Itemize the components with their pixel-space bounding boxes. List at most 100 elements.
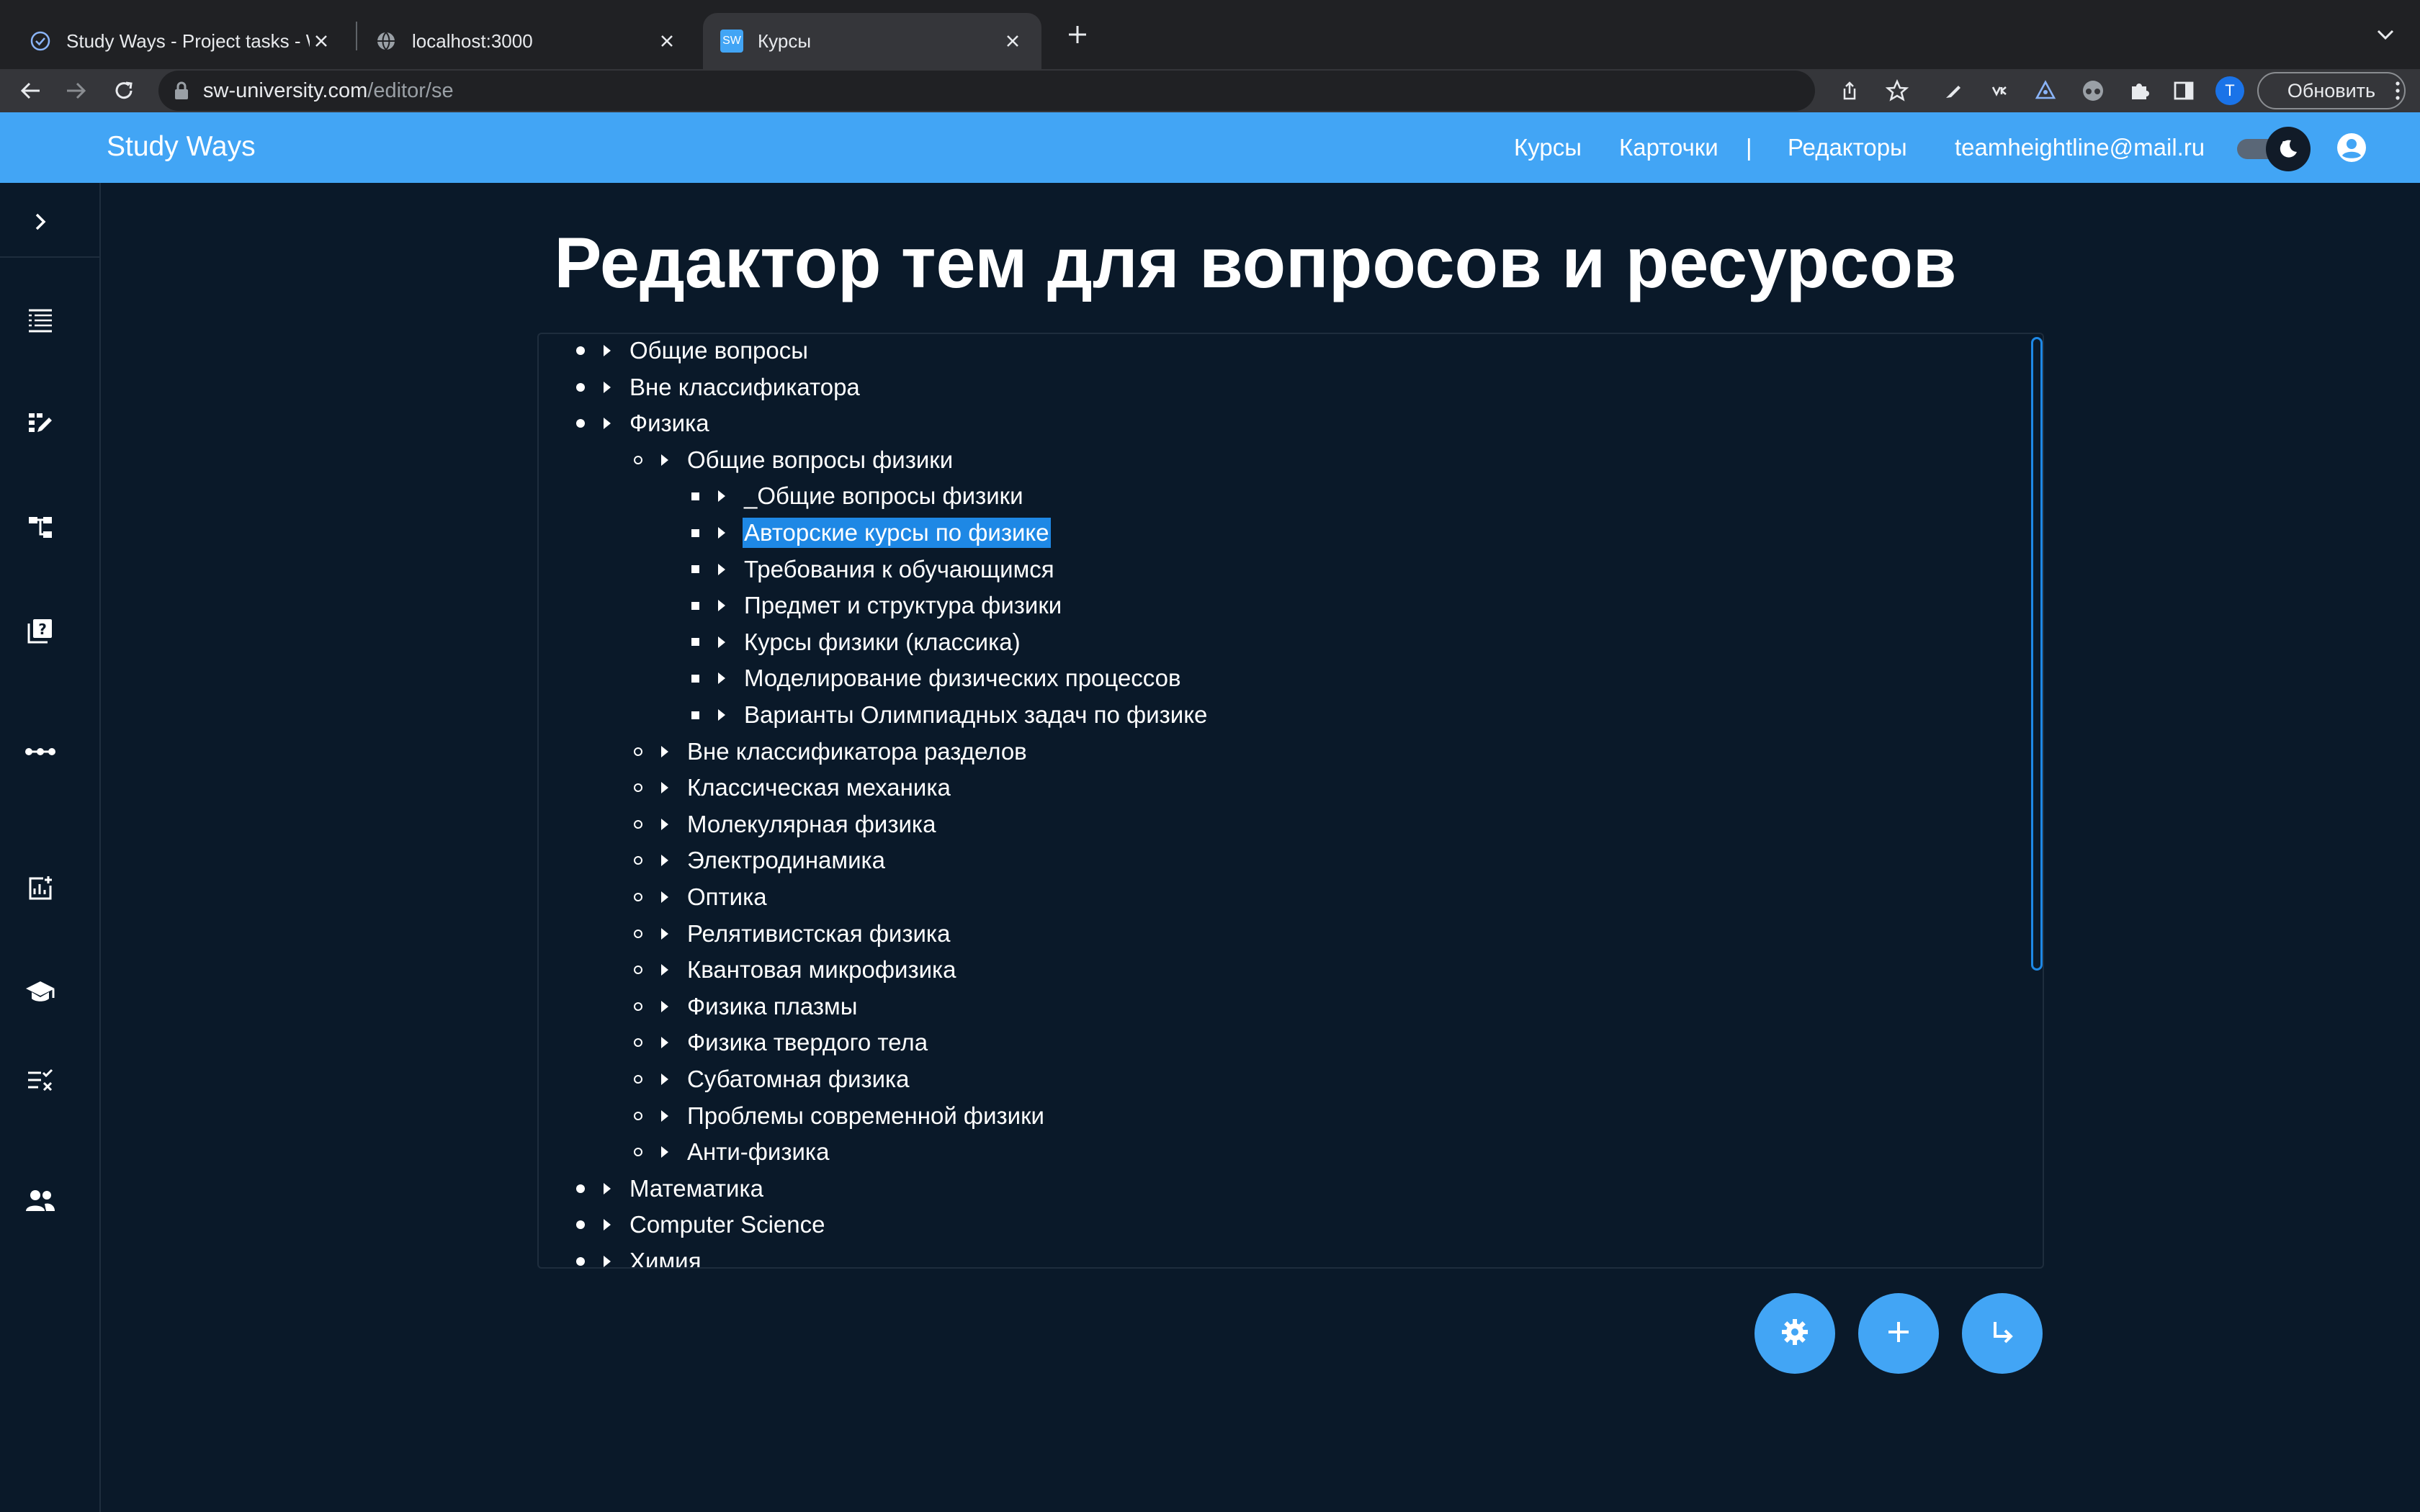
tree-item-label[interactable]: Квантовая микрофизика [686, 955, 958, 985]
vk-extension-icon[interactable] [1985, 75, 2017, 107]
expand-caret-icon[interactable] [718, 672, 725, 685]
tree-item[interactable]: Анти-физика [634, 1134, 830, 1170]
tree-item-label[interactable]: Общие вопросы [628, 336, 810, 366]
expand-caret-icon[interactable] [661, 891, 668, 903]
tree-item-label[interactable]: Computer Science [628, 1210, 826, 1240]
tree-item[interactable]: Моделирование физических процессов [691, 660, 1183, 696]
tree-item-label[interactable]: Физика плазмы [686, 991, 859, 1022]
account-circle-icon[interactable] [2334, 130, 2370, 166]
expand-caret-icon[interactable] [661, 1000, 668, 1012]
settings-button[interactable] [1754, 1293, 1835, 1374]
tree-item[interactable]: Молекулярная физика [634, 806, 937, 842]
tree-item-label[interactable]: Релятивистская физика [686, 919, 951, 949]
theme-toggle[interactable] [2237, 127, 2311, 171]
new-tab-icon[interactable] [1063, 20, 1092, 49]
tree-item[interactable]: Электродинамика [634, 842, 887, 878]
expand-caret-icon[interactable] [661, 818, 668, 830]
more-vertical-icon[interactable] [2387, 75, 2408, 107]
tree-item-label-selected[interactable]: Авторские курсы по физике [743, 518, 1051, 548]
reload-icon[interactable] [108, 75, 140, 107]
tree-item[interactable]: Вне классификатора [576, 369, 861, 405]
school-icon[interactable] [19, 971, 62, 1014]
tree-item[interactable]: Предмет и структура физики [691, 588, 1063, 624]
tree-item[interactable]: Физика плазмы [634, 989, 859, 1025]
tree-item-label[interactable]: Химия [628, 1246, 702, 1267]
expand-caret-icon[interactable] [661, 454, 668, 466]
tab-search-chevron-icon[interactable] [2374, 23, 2397, 46]
nav-link-editors[interactable]: Редакторы [1788, 134, 1907, 161]
star-icon[interactable] [1881, 75, 1913, 107]
tree-item[interactable]: Проблемы современной физики [634, 1098, 1046, 1134]
address-bar[interactable]: sw-university.com/editor/se [158, 71, 1815, 111]
tree-item-label[interactable]: Курсы физики (классика) [743, 627, 1022, 657]
tree-item-label[interactable]: Физика твердого тела [686, 1027, 929, 1058]
expand-caret-icon[interactable] [661, 1110, 668, 1122]
incognito-extension-icon[interactable] [2077, 75, 2109, 107]
expand-caret-icon[interactable] [604, 418, 611, 430]
add-topic-button[interactable] [1858, 1293, 1939, 1374]
expand-caret-icon[interactable] [604, 1182, 611, 1194]
expand-caret-icon[interactable] [718, 563, 725, 575]
expand-caret-icon[interactable] [661, 1037, 668, 1049]
tree-scrollbar[interactable] [2031, 337, 2043, 971]
tree-item-label[interactable]: Классическая механика [686, 773, 952, 803]
checklist-icon[interactable] [19, 1058, 62, 1102]
expand-caret-icon[interactable] [661, 964, 668, 976]
expand-caret-icon[interactable] [718, 636, 725, 648]
expand-caret-icon[interactable] [661, 782, 668, 794]
tree-item[interactable]: Физика [576, 405, 711, 441]
close-icon[interactable] [655, 30, 678, 53]
side-panel-icon[interactable] [2168, 75, 2200, 107]
brand-title[interactable]: Study Ways [107, 131, 256, 163]
tree-item[interactable]: Требования к обучающимся [691, 552, 1056, 588]
tree-item[interactable]: Математика [576, 1171, 765, 1207]
more-horizontal-icon[interactable] [19, 730, 62, 773]
expand-caret-icon[interactable] [718, 709, 725, 721]
tree-item[interactable]: Физика твердого тела [634, 1025, 929, 1061]
tree-item-label[interactable]: Варианты Олимпиадных задач по физике [743, 700, 1209, 730]
tree-item[interactable]: Оптика [634, 879, 768, 915]
tree-item[interactable]: Computer Science [576, 1207, 826, 1243]
nav-link-courses[interactable]: Курсы [1514, 134, 1582, 161]
tree-item[interactable]: Субатомная физика [634, 1061, 911, 1097]
tree-item-label[interactable]: Математика [628, 1174, 765, 1204]
tree-item[interactable]: Релятивистская физика [634, 916, 951, 952]
tree-item-label[interactable]: Общие вопросы физики [686, 445, 954, 475]
hierarchy-icon[interactable] [19, 505, 62, 549]
expand-caret-icon[interactable] [661, 927, 668, 940]
expand-caret-icon[interactable] [718, 527, 725, 539]
tree-item-label[interactable]: _Общие вопросы физики [743, 481, 1025, 511]
tree-item-label[interactable]: Оптика [686, 882, 768, 912]
triangle-extension-icon[interactable] [2030, 75, 2061, 107]
tree-item-label[interactable]: Субатомная физика [686, 1064, 911, 1094]
tree-item-label[interactable]: Вне классификатора разделов [686, 737, 1028, 767]
add-subtopic-button[interactable] [1962, 1293, 2043, 1374]
people-icon[interactable] [19, 1179, 62, 1223]
expand-caret-icon[interactable] [604, 381, 611, 393]
close-icon[interactable] [1001, 30, 1024, 53]
tree-item[interactable]: Варианты Олимпиадных задач по физике [691, 697, 1209, 733]
update-button[interactable]: Обновить [2257, 72, 2406, 109]
nav-link-cards[interactable]: Карточки [1619, 134, 1718, 161]
tree-item[interactable]: Химия [576, 1243, 702, 1267]
forward-arrow-icon[interactable] [60, 75, 92, 107]
tree-item-label[interactable]: Проблемы современной физики [686, 1101, 1046, 1131]
tree-item-label[interactable]: Анти-физика [686, 1137, 830, 1167]
tree-item[interactable]: Вне классификатора разделов [634, 734, 1028, 770]
pen-extension-icon[interactable] [1937, 75, 1969, 107]
profile-avatar[interactable]: T [2215, 76, 2244, 105]
expand-caret-icon[interactable] [604, 1219, 611, 1231]
tree-item-label[interactable]: Моделирование физических процессов [743, 663, 1183, 693]
tree-item-label[interactable]: Требования к обучающимся [743, 554, 1056, 585]
tree-item-label[interactable]: Электродинамика [686, 845, 887, 876]
tree-item-label[interactable]: Предмет и структура физики [743, 590, 1063, 621]
tree-item[interactable]: Курсы физики (классика) [691, 624, 1022, 660]
tree-item[interactable]: Классическая механика [634, 770, 952, 806]
expand-caret-icon[interactable] [661, 855, 668, 867]
table-rows-icon[interactable] [19, 298, 62, 341]
add-chart-icon[interactable] [19, 867, 62, 910]
tree-item[interactable]: Квантовая микрофизика [634, 952, 958, 988]
tree-item[interactable]: Общие вопросы [576, 334, 810, 369]
share-icon[interactable] [1834, 75, 1865, 107]
tree-item-label[interactable]: Молекулярная физика [686, 809, 937, 840]
